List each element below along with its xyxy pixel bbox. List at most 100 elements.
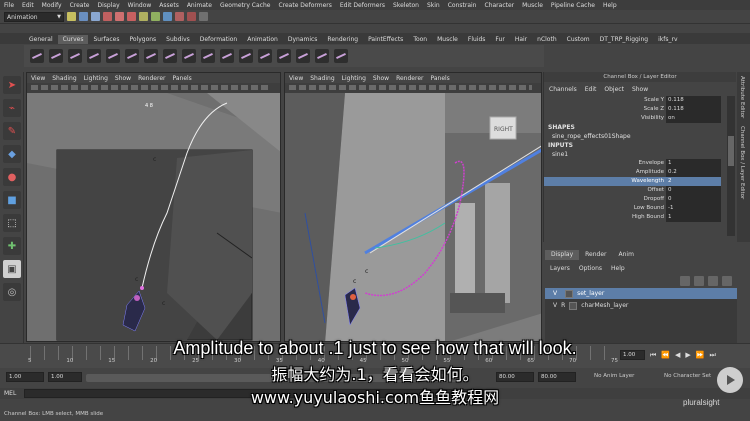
menu-geometry-cache[interactable]: Geometry Cache xyxy=(220,2,270,9)
intersect-curve-icon[interactable] xyxy=(315,49,329,63)
channel-label[interactable]: Low Bound xyxy=(544,204,666,213)
layer-name[interactable]: set_layer xyxy=(577,290,604,297)
reverse-curve-icon[interactable] xyxy=(334,49,348,63)
viewport-menu-shading[interactable]: Shading xyxy=(310,75,334,82)
attach-curves-icon[interactable] xyxy=(106,49,120,63)
new-layer-icon[interactable] xyxy=(708,276,718,286)
select-by-component-icon[interactable] xyxy=(127,12,136,21)
menu-window[interactable]: Window xyxy=(128,2,152,9)
menu-create[interactable]: Create xyxy=(70,2,90,9)
layer-visibility[interactable]: V xyxy=(553,290,557,297)
menu-help[interactable]: Help xyxy=(603,2,617,9)
channel-label[interactable]: Amplitude xyxy=(544,168,666,177)
insert-knot-icon[interactable] xyxy=(144,49,158,63)
channel-value[interactable]: 1 xyxy=(666,213,721,222)
detach-curves-icon[interactable] xyxy=(125,49,139,63)
viewport-menu-show[interactable]: Show xyxy=(373,75,389,82)
extend-curve-icon[interactable] xyxy=(163,49,177,63)
layer-visibility[interactable]: V xyxy=(553,302,557,309)
channel-row[interactable]: Amplitude 0.2 xyxy=(544,168,736,177)
channel-label[interactable]: Envelope xyxy=(544,159,666,168)
render-icon[interactable] xyxy=(175,12,184,21)
layer-name[interactable]: charMesh_layer xyxy=(581,302,628,309)
viewport-menu-renderer[interactable]: Renderer xyxy=(396,75,423,82)
menu-pipeline-cache[interactable]: Pipeline Cache xyxy=(551,2,595,9)
channel-menu-edit[interactable]: Edit xyxy=(585,86,597,93)
shelf-tab-general[interactable]: General xyxy=(24,35,58,44)
last-tool-icon[interactable]: ✚ xyxy=(3,237,21,255)
shelf-tab-animation[interactable]: Animation xyxy=(242,35,283,44)
shelf-tab-dt-trp-rigging[interactable]: DT_TRP_Rigging xyxy=(595,35,653,44)
select-by-object-icon[interactable] xyxy=(115,12,124,21)
viewport-menu-panels[interactable]: Panels xyxy=(172,75,191,82)
open-scene-icon[interactable] xyxy=(79,12,88,21)
layer-tab-render[interactable]: Render xyxy=(579,250,612,260)
layer-row[interactable]: V RcharMesh_layer xyxy=(545,300,737,311)
shelf-tab-fur[interactable]: Fur xyxy=(490,35,509,44)
menu-constrain[interactable]: Constrain xyxy=(448,2,477,9)
shelf-tab-dynamics[interactable]: Dynamics xyxy=(283,35,323,44)
camera-viewport[interactable]: View Shading Lighting Show Renderer Panels c … xyxy=(26,72,281,342)
channel-row[interactable]: Envelope 1 xyxy=(544,159,736,168)
channel-value[interactable]: 0 xyxy=(666,195,721,204)
viewport-menu-lighting[interactable]: Lighting xyxy=(342,75,366,82)
viewport-menu-show[interactable]: Show xyxy=(115,75,131,82)
menu-modify[interactable]: Modify xyxy=(42,2,62,9)
cut-curve-icon[interactable] xyxy=(296,49,310,63)
shelf-tab-deformation[interactable]: Deformation xyxy=(195,35,242,44)
shelf-tab-ncloth[interactable]: nCloth xyxy=(532,35,562,44)
ipr-render-icon[interactable] xyxy=(187,12,196,21)
layer-row[interactable]: Vset_layer xyxy=(545,288,737,299)
menu-create-deformers[interactable]: Create Deformers xyxy=(278,2,331,9)
channel-label[interactable]: Scale Y xyxy=(544,96,666,105)
channel-menu-object[interactable]: Object xyxy=(604,86,624,93)
menu-set-dropdown[interactable]: Animation ▼ xyxy=(4,11,64,22)
ep-curve-tool-icon[interactable] xyxy=(49,49,63,63)
fillet-curve-icon[interactable] xyxy=(277,49,291,63)
shelf-tab-hair[interactable]: Hair xyxy=(510,35,532,44)
viewport-menu-view[interactable]: View xyxy=(289,75,303,82)
menu-assets[interactable]: Assets xyxy=(159,2,179,9)
select-tool-icon[interactable]: ➤ xyxy=(3,76,21,94)
channel-value[interactable]: 0.118 xyxy=(666,96,721,105)
save-scene-icon[interactable] xyxy=(91,12,100,21)
snap-curve-icon[interactable] xyxy=(151,12,160,21)
channel-menu-show[interactable]: Show xyxy=(632,86,648,93)
new-layer-selected-icon[interactable] xyxy=(722,276,732,286)
menu-skin[interactable]: Skin xyxy=(427,2,440,9)
layer-menu-options[interactable]: Options xyxy=(579,265,602,272)
snap-grid-icon[interactable] xyxy=(139,12,148,21)
rebuild-curve-icon[interactable] xyxy=(201,49,215,63)
shelf-tab-fluids[interactable]: Fluids xyxy=(463,35,491,44)
channel-label[interactable]: Offset xyxy=(544,186,666,195)
add-points-icon[interactable] xyxy=(220,49,234,63)
channel-value[interactable]: 0 xyxy=(666,186,721,195)
arc-tool-icon[interactable] xyxy=(87,49,101,63)
layer-color-swatch[interactable] xyxy=(569,301,578,310)
curve-editing-icon[interactable] xyxy=(239,49,253,63)
project-tangent-icon[interactable] xyxy=(258,49,272,63)
viewport-menu-panels[interactable]: Panels xyxy=(430,75,449,82)
cv-curve-tool-icon[interactable] xyxy=(30,49,44,63)
shelf-tab-rendering[interactable]: Rendering xyxy=(322,35,363,44)
input-node-name[interactable]: sine1 xyxy=(544,150,736,159)
channel-value[interactable]: 0.118 xyxy=(666,105,721,114)
viewport-menu-view[interactable]: View xyxy=(31,75,45,82)
menu-muscle[interactable]: Muscle xyxy=(522,2,543,9)
attribute-editor-tab[interactable]: Attribute Editor xyxy=(737,72,747,122)
menu-display[interactable]: Display xyxy=(98,2,120,9)
channel-row[interactable]: Offset 0 xyxy=(544,186,736,195)
channel-value[interactable]: 0.2 xyxy=(666,168,721,177)
paint-icon[interactable]: ✎ xyxy=(3,122,21,140)
channel-row[interactable]: Visibility on xyxy=(544,114,736,123)
layer-menu-layers[interactable]: Layers xyxy=(550,265,570,272)
menu-skeleton[interactable]: Skeleton xyxy=(393,2,419,9)
channel-row[interactable]: Scale Y 0.118 xyxy=(544,96,736,105)
channel-label[interactable]: Scale Z xyxy=(544,105,666,114)
layer-tab-display[interactable]: Display xyxy=(545,250,580,260)
channel-row[interactable]: Scale Z 0.118 xyxy=(544,105,736,114)
move-layer-down-icon[interactable] xyxy=(694,276,704,286)
channel-label[interactable]: Visibility xyxy=(544,114,666,123)
viewport-menu-shading[interactable]: Shading xyxy=(52,75,76,82)
menu-edit-deformers[interactable]: Edit Deformers xyxy=(340,2,385,9)
